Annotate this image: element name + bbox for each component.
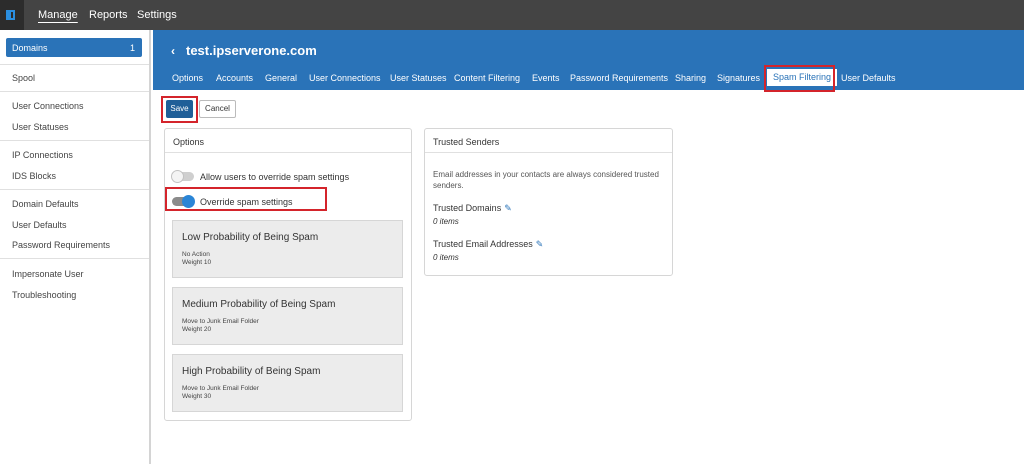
tab-content-filtering[interactable]: Content Filtering xyxy=(454,73,520,83)
spam-level-action: Move to Junk Email Folder xyxy=(182,385,259,392)
trusted-senders-panel: Trusted Senders Email addresses in your … xyxy=(424,128,673,276)
sidebar-divider xyxy=(0,64,149,65)
tab-password-requirements[interactable]: Password Requirements xyxy=(570,73,668,83)
sidebar-item-user-statuses[interactable]: User Statuses xyxy=(12,122,69,132)
sidebar-item-ids-blocks[interactable]: IDS Blocks xyxy=(12,171,56,181)
domain-header: ‹ test.ipserverone.com Options Accounts … xyxy=(153,30,1024,90)
highlight-save-button xyxy=(161,96,198,123)
spam-level-action: Move to Junk Email Folder xyxy=(182,318,259,325)
edit-pencil-icon[interactable]: ✎ xyxy=(536,239,544,249)
tab-options[interactable]: Options xyxy=(172,73,203,83)
sidebar-item-password-requirements[interactable]: Password Requirements xyxy=(12,240,110,250)
tab-events[interactable]: Events xyxy=(532,73,560,83)
tab-user-defaults[interactable]: User Defaults xyxy=(841,73,896,83)
trusted-emails-label: Trusted Email Addresses xyxy=(433,239,533,249)
sidebar-divider xyxy=(0,140,149,141)
spam-level-action: No Action xyxy=(182,251,210,258)
edit-pencil-icon[interactable]: ✎ xyxy=(504,203,512,213)
sidebar-item-ip-connections[interactable]: IP Connections xyxy=(12,150,73,160)
page-title: test.ipserverone.com xyxy=(186,43,317,58)
trusted-senders-title: Trusted Senders xyxy=(433,137,500,147)
spam-level-medium[interactable]: Medium Probability of Being Spam Move to… xyxy=(172,287,403,345)
sidebar-item-user-connections[interactable]: User Connections xyxy=(12,101,84,111)
sidebar-item-label: Domains xyxy=(12,43,48,53)
spam-level-title: High Probability of Being Spam xyxy=(182,366,321,377)
trusted-emails-row: Trusted Email Addresses ✎ xyxy=(433,239,543,250)
options-panel-title: Options xyxy=(173,137,205,147)
sidebar-item-user-defaults[interactable]: User Defaults xyxy=(12,220,67,230)
trusted-domains-count: 0 items xyxy=(433,217,459,226)
tab-signatures[interactable]: Signatures xyxy=(717,73,760,83)
sidebar: Domains 1 Spool User Connections User St… xyxy=(0,30,151,464)
app-logo-icon[interactable] xyxy=(0,0,24,30)
sidebar-divider xyxy=(0,189,149,190)
tab-accounts[interactable]: Accounts xyxy=(216,73,253,83)
nav-manage[interactable]: Manage xyxy=(38,0,78,30)
trusted-senders-header: Trusted Senders xyxy=(425,129,672,153)
cancel-button[interactable]: Cancel xyxy=(199,100,236,118)
trusted-domains-row: Trusted Domains ✎ xyxy=(433,203,512,214)
tab-user-statuses[interactable]: User Statuses xyxy=(390,73,447,83)
sidebar-item-impersonate-user[interactable]: Impersonate User xyxy=(12,269,84,279)
sidebar-item-domains[interactable]: Domains 1 xyxy=(6,38,142,57)
spam-level-weight: Weight 20 xyxy=(182,326,212,333)
trusted-domains-label: Trusted Domains xyxy=(433,203,502,213)
override-users-toggle[interactable] xyxy=(171,170,194,183)
tab-general[interactable]: General xyxy=(265,73,297,83)
sidebar-item-domain-defaults[interactable]: Domain Defaults xyxy=(12,199,79,209)
spam-level-title: Medium Probability of Being Spam xyxy=(182,299,336,310)
tab-user-connections[interactable]: User Connections xyxy=(309,73,381,83)
options-panel-header: Options xyxy=(165,129,411,153)
sidebar-divider xyxy=(0,91,149,92)
nav-reports[interactable]: Reports xyxy=(89,0,128,30)
toggle-knob xyxy=(171,170,184,183)
top-bar: Manage Reports Settings xyxy=(0,0,1024,30)
spam-level-weight: Weight 10 xyxy=(182,259,212,266)
back-chevron-icon[interactable]: ‹ xyxy=(171,44,175,58)
sidebar-item-spool[interactable]: Spool xyxy=(12,73,35,83)
override-users-label: Allow users to override spam settings xyxy=(200,172,350,182)
spam-level-weight: Weight 30 xyxy=(182,393,212,400)
sidebar-item-troubleshooting[interactable]: Troubleshooting xyxy=(12,290,76,300)
domains-count-badge: 1 xyxy=(129,43,135,53)
highlight-override-spam xyxy=(165,187,327,211)
nav-settings[interactable]: Settings xyxy=(137,0,177,30)
trusted-emails-count: 0 items xyxy=(433,253,459,262)
highlight-spam-filtering-tab xyxy=(764,65,835,92)
tab-sharing[interactable]: Sharing xyxy=(675,73,706,83)
sidebar-divider xyxy=(0,258,149,259)
trusted-senders-description: Email addresses in your contacts are alw… xyxy=(433,170,659,190)
spam-level-low[interactable]: Low Probability of Being Spam No Action … xyxy=(172,220,403,278)
spam-level-title: Low Probability of Being Spam xyxy=(182,232,319,243)
spam-level-high[interactable]: High Probability of Being Spam Move to J… xyxy=(172,354,403,412)
